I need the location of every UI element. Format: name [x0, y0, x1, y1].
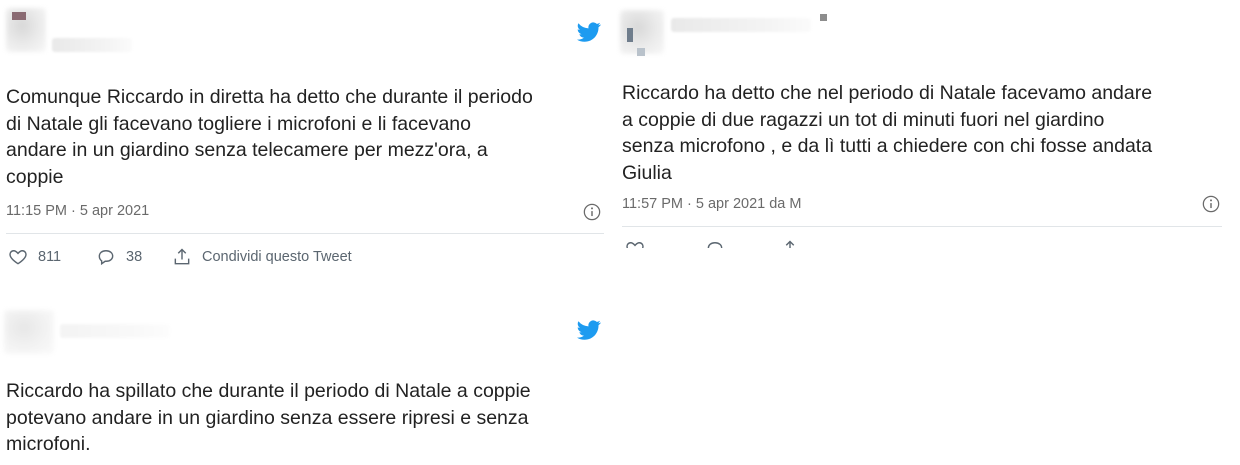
author-name[interactable] [671, 18, 811, 32]
info-icon[interactable] [1202, 195, 1220, 213]
tweet-text: Riccardo ha detto che nel periodo di Nat… [622, 82, 1153, 184]
avatar [4, 310, 54, 354]
avatar-pixel [627, 28, 633, 42]
tweet-card-2: Riccardo ha detto che nel periodo di Nat… [615, 0, 1240, 260]
twitter-bird-icon[interactable] [575, 20, 603, 44]
tweet-card-1: Comunque Riccardo in diretta ha detto ch… [0, 0, 615, 290]
heart-icon[interactable] [625, 239, 645, 248]
avatar-pixel [637, 48, 645, 56]
reply-icon [98, 250, 114, 266]
tweet-text: Riccardo ha spillato che durante il peri… [6, 380, 531, 455]
reply-button[interactable]: 38 [96, 247, 142, 267]
reply-count: 38 [126, 249, 143, 265]
handle-pixel [820, 14, 827, 21]
tweet-card-3: Riccardo ha spillato che durante il peri… [0, 298, 615, 465]
author-name[interactable] [60, 324, 170, 338]
share-button[interactable]: Condividi questo Tweet [172, 247, 352, 267]
like-button[interactable]: 811 [8, 247, 61, 267]
tweet-timestamp[interactable]: 11:57 PM · 5 apr 2021 da M [622, 196, 801, 212]
actions-row-cropped [625, 238, 925, 248]
like-count: 811 [38, 249, 62, 265]
avatar-pixel [12, 12, 26, 20]
info-icon[interactable] [583, 203, 601, 221]
share-icon [174, 248, 190, 265]
tweet-timestamp[interactable]: 11:15 PM · 5 apr 2021 [6, 203, 149, 219]
tweet-text: Comunque Riccardo in diretta ha detto ch… [6, 86, 533, 188]
author-name[interactable] [52, 38, 132, 52]
reply-icon[interactable] [705, 239, 725, 248]
share-icon[interactable] [780, 239, 800, 248]
share-label: Condividi questo Tweet [202, 249, 352, 265]
separator [6, 233, 604, 234]
heart-icon [9, 250, 27, 265]
twitter-bird-icon[interactable] [575, 318, 603, 342]
separator [622, 226, 1222, 227]
